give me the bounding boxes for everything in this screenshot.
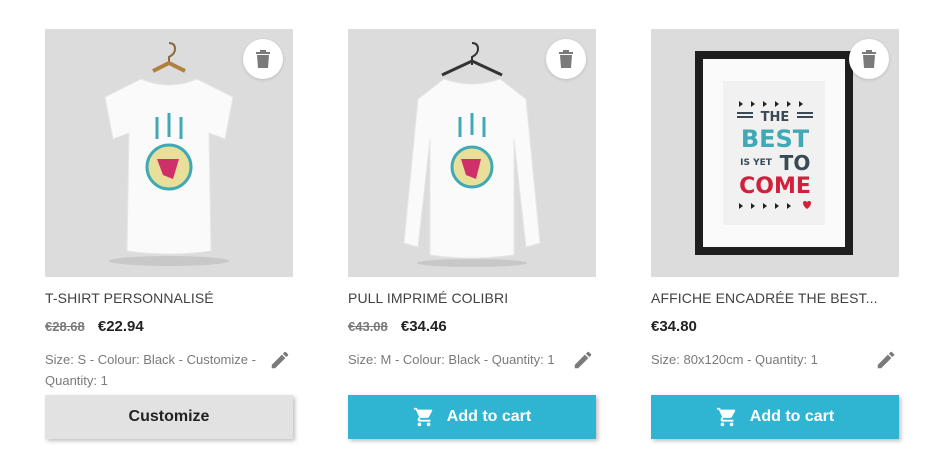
pencil-icon (877, 351, 895, 369)
add-to-cart-button[interactable]: Add to cart (348, 395, 596, 439)
remove-from-wishlist-button[interactable] (243, 39, 283, 79)
add-to-cart-button[interactable]: Add to cart (651, 395, 899, 439)
product-image-poster[interactable]: THE BEST IS YET TO COME (651, 29, 899, 277)
product-prices: €28.68 €22.94 (45, 316, 293, 336)
add-to-cart-label: Add to cart (749, 408, 835, 425)
wishlist-product-card: PULL IMPRIMÉ COLIBRI €43.08 €34.46 Size:… (348, 29, 596, 393)
product-image-sweater[interactable] (348, 29, 596, 277)
edit-button[interactable] (875, 349, 897, 371)
current-price: €34.80 (651, 318, 697, 335)
trash-icon (559, 50, 573, 68)
regular-price: €28.68 (45, 319, 85, 334)
customize-button[interactable]: Customize (45, 395, 293, 439)
remove-from-wishlist-button[interactable] (849, 39, 889, 79)
regular-price: €43.08 (348, 319, 388, 334)
poster-text-isyet: IS YET (740, 158, 773, 168)
poster-text-the: THE (761, 110, 790, 125)
poster-text-best: BEST (741, 125, 810, 153)
poster-text-to: TO (780, 151, 811, 175)
product-name[interactable]: AFFICHE ENCADRÉE THE BEST... (651, 290, 899, 306)
add-to-cart-label: Add to cart (446, 408, 532, 425)
cart-icon (413, 406, 435, 428)
pencil-icon (271, 351, 289, 369)
current-price: €34.46 (400, 318, 447, 335)
product-attributes: Size: S - Colour: Black - Customize - Qu… (45, 349, 293, 393)
product-image-tshirt[interactable] (45, 29, 293, 277)
product-prices: €43.08 €34.46 (348, 316, 596, 336)
attributes-text: Size: S - Colour: Black - Customize - Qu… (45, 352, 256, 388)
poster-text-come: COME (739, 174, 811, 199)
edit-button[interactable] (269, 349, 291, 371)
wishlist-product-card: THE BEST IS YET TO COME AFFICHE ENCADRÉE… (651, 29, 899, 393)
attributes-text: Size: M - Colour: Black - Quantity: 1 (348, 352, 555, 367)
cart-icon (716, 406, 738, 428)
product-attributes: Size: M - Colour: Black - Quantity: 1 (348, 349, 596, 393)
edit-button[interactable] (572, 349, 594, 371)
trash-icon (862, 50, 876, 68)
current-price: €22.94 (97, 318, 144, 335)
product-name[interactable]: PULL IMPRIMÉ COLIBRI (348, 290, 596, 306)
customize-label: Customize (128, 408, 210, 425)
product-name[interactable]: T-SHIRT PERSONNALISÉ (45, 290, 293, 306)
attributes-text: Size: 80x120cm - Quantity: 1 (651, 352, 818, 367)
pencil-icon (574, 351, 592, 369)
remove-from-wishlist-button[interactable] (546, 39, 586, 79)
wishlist-product-card: T-SHIRT PERSONNALISÉ €28.68 €22.94 Size:… (45, 29, 293, 393)
trash-icon (256, 50, 270, 68)
product-attributes: Size: 80x120cm - Quantity: 1 (651, 349, 899, 393)
product-prices: €34.80 (651, 316, 899, 336)
